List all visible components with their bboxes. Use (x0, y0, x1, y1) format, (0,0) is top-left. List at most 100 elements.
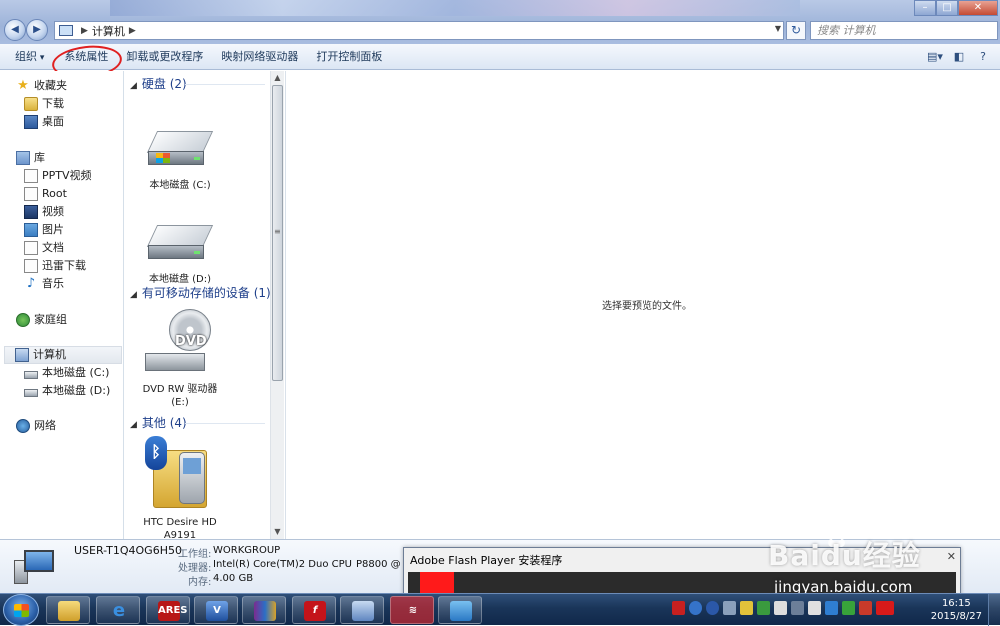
sidebar-item-label: 计算机 (33, 348, 66, 361)
sidebar-item-documents[interactable]: 文档 (24, 239, 64, 257)
internet-explorer-icon: e (112, 600, 126, 621)
taskbar-ares[interactable]: ARES (146, 596, 190, 624)
sidebar-item-pictures[interactable]: 图片 (24, 221, 64, 239)
sidebar-item-pptv[interactable]: PPTV视频 (24, 167, 92, 185)
tray-app-icon[interactable] (672, 601, 685, 615)
desktop-background-strip (110, 0, 800, 16)
sidebar-item-favorites[interactable]: ★ 收藏夹 (16, 77, 67, 95)
desktop-icon (24, 115, 38, 129)
scroll-up-icon[interactable]: ▲ (271, 71, 284, 85)
document-icon (24, 241, 38, 255)
sidebar-item-computer[interactable]: 计算机 (4, 346, 122, 364)
document-library-icon (24, 259, 38, 273)
preview-pane-icon[interactable]: ◧ (950, 48, 968, 66)
device-tile-htc[interactable]: ᛒ HTC Desire HD A9191 (125, 436, 235, 542)
clock[interactable]: 16:15 2015/8/27 (931, 597, 982, 623)
winrar-icon (254, 601, 276, 621)
uninstall-program-button[interactable]: 卸载或更改程序 (119, 46, 210, 68)
change-view-icon[interactable]: ▤▾ (926, 48, 944, 66)
computer-icon (14, 550, 56, 584)
sidebar-item-label: 本地磁盘 (C:) (42, 366, 110, 379)
tray-network-icon[interactable] (825, 601, 838, 615)
sidebar-item-xunlei[interactable]: 迅雷下载 (24, 257, 86, 275)
refresh-button[interactable]: ↻ (786, 21, 806, 40)
minimize-button[interactable]: – (914, 0, 936, 16)
taskbar-app[interactable]: V (194, 596, 238, 624)
scroll-down-icon[interactable]: ▼ (271, 525, 284, 539)
drive-tile-d[interactable]: 本地磁盘 (D:) (125, 221, 235, 286)
taskbar-computer[interactable] (340, 596, 384, 624)
taskbar-flash[interactable]: f (292, 596, 336, 624)
flash-installer-window[interactable]: Adobe Flash Player 安装程序 ✕ (403, 547, 961, 599)
close-icon[interactable]: ✕ (947, 550, 956, 563)
tray-app-icon[interactable] (757, 601, 770, 615)
group-header-label: 其他 (4) (141, 416, 187, 430)
maximize-button[interactable]: □ (936, 0, 958, 16)
sidebar-item-libraries[interactable]: 库 (16, 149, 45, 167)
tray-ati-icon[interactable] (876, 601, 894, 615)
forward-button[interactable]: ▶ (26, 19, 48, 41)
breadcrumb-arrow-icon[interactable]: ▶ (129, 26, 136, 36)
hard-drive-icon (24, 370, 38, 379)
computer-icon (352, 601, 374, 621)
open-control-panel-button[interactable]: 打开控制面板 (309, 46, 389, 68)
flash-icon: f (304, 601, 326, 621)
tray-volume-icon[interactable] (774, 601, 787, 615)
group-header-hdd[interactable]: ◢ 硬盘 (2) (130, 75, 187, 93)
vertical-scrollbar[interactable]: ▲ ≡ ▼ (270, 71, 284, 539)
tray-app-icon[interactable] (740, 601, 753, 615)
computer-name: USER-T1Q4OG6H50 (74, 544, 182, 557)
taskbar-remote[interactable] (438, 596, 482, 624)
taskbar-app-red[interactable]: ≋ (390, 596, 434, 624)
computer-icon (59, 25, 73, 36)
view-controls: ▤▾ ◧ ? (926, 48, 992, 66)
address-bar[interactable]: ▶ 计算机 ▶ ▼ (54, 21, 784, 40)
sidebar-item-root[interactable]: Root (24, 185, 67, 203)
map-network-drive-button[interactable]: 映射网络驱动器 (214, 46, 305, 68)
tray-app-icon[interactable] (791, 601, 804, 615)
collapse-icon[interactable]: ◢ (130, 81, 137, 91)
taskbar-explorer[interactable] (46, 596, 90, 624)
sidebar-item-network[interactable]: 网络 (16, 417, 56, 435)
search-input[interactable]: 搜索 计算机 (810, 21, 998, 40)
system-properties-button[interactable]: 系统属性 (57, 46, 115, 68)
tray-shield-icon[interactable] (842, 601, 855, 615)
close-button[interactable]: ✕ (958, 0, 998, 16)
collapse-icon[interactable]: ◢ (130, 290, 137, 300)
sidebar-item-videos[interactable]: 视频 (24, 203, 64, 221)
group-header-label: 有可移动存储的设备 (1) (141, 286, 271, 300)
address-dropdown-icon[interactable]: ▼ (775, 24, 781, 33)
drive-letter: (E:) (171, 397, 189, 408)
show-desktop-button[interactable] (988, 594, 1000, 626)
sidebar-item-music[interactable]: ♪ 音乐 (24, 275, 64, 293)
back-button[interactable]: ◀ (4, 19, 26, 41)
hard-drive-icon (146, 221, 214, 267)
taskbar-ie[interactable]: e (96, 596, 140, 624)
window-titlebar: – □ ✕ ◀ ▶ ▶ 计算机 ▶ ▼ ↻ 搜索 计算机 (0, 0, 1000, 44)
group-header-removable[interactable]: ◢ 有可移动存储的设备 (1) (130, 284, 271, 302)
preview-message: 选择要预览的文件。 (602, 301, 692, 312)
start-button[interactable] (3, 594, 39, 626)
sidebar-item-disk-c[interactable]: 本地磁盘 (C:) (24, 364, 109, 382)
collapse-icon[interactable]: ◢ (130, 420, 137, 430)
tray-chevron-icon[interactable] (723, 601, 736, 615)
tray-signal-icon[interactable] (808, 601, 821, 615)
sidebar-item-disk-d[interactable]: 本地磁盘 (D:) (24, 382, 110, 400)
organize-button[interactable]: 组织 (8, 46, 51, 68)
drive-tile-dvd[interactable]: DVD DVD RW 驱动器 (E:) (125, 309, 235, 409)
breadcrumb-computer[interactable]: 计算机 (92, 23, 125, 39)
sidebar-item-label: 下载 (42, 97, 64, 110)
tray-app-icon[interactable] (689, 601, 702, 615)
tray-help-icon[interactable] (706, 601, 719, 615)
tray-flag-icon[interactable] (859, 601, 872, 615)
breadcrumb-arrow-icon[interactable]: ▶ (81, 26, 88, 36)
sidebar-item-downloads[interactable]: 下载 (24, 95, 64, 113)
sidebar-item-desktop[interactable]: 桌面 (24, 113, 64, 131)
group-divider (185, 423, 265, 424)
folder-icon (58, 601, 80, 621)
sidebar-item-homegroup[interactable]: 家庭组 (16, 311, 67, 329)
drive-tile-c[interactable]: 本地磁盘 (C:) (125, 127, 235, 192)
group-header-other[interactable]: ◢ 其他 (4) (130, 414, 187, 432)
help-icon[interactable]: ? (974, 48, 992, 66)
taskbar-winrar[interactable] (242, 596, 286, 624)
